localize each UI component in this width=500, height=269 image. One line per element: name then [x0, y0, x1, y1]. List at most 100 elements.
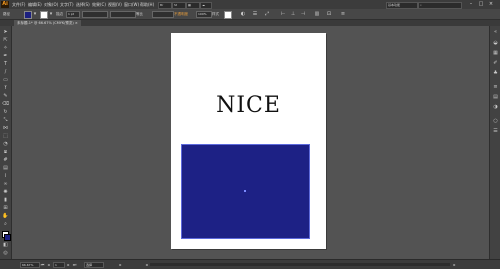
zoom-tool-icon[interactable]: ⌕ — [2, 221, 9, 227]
brushes-panel-icon[interactable]: ✐ — [492, 60, 499, 66]
rotate-tool-icon[interactable]: ↻ — [2, 109, 9, 115]
menu-view[interactable]: 视图(V) — [108, 2, 122, 8]
transform-icon[interactable]: ⤢ — [264, 11, 270, 17]
last-page-icon[interactable]: ⏭ — [72, 262, 77, 267]
align-center-icon[interactable]: ⊥ — [290, 11, 296, 17]
pencil-tool-icon[interactable]: ✎ — [2, 93, 9, 99]
opacity-field[interactable]: 100% — [196, 11, 212, 18]
menu-file[interactable]: 文件(F) — [12, 2, 25, 8]
pen-tool-icon[interactable]: ✒ — [2, 53, 9, 59]
align-left-icon[interactable]: ⊢ — [280, 11, 286, 17]
mesh-tool-icon[interactable]: # — [2, 157, 9, 163]
artboard[interactable]: NICE — [171, 33, 326, 249]
document-tab-bar: 未标题-1* @ 66.67% (CMYK/预览) × — [0, 20, 500, 26]
collapse-icon[interactable]: « — [492, 29, 499, 35]
draw-mode-icon[interactable]: ◎ — [2, 250, 9, 256]
recolor-icon[interactable]: ◐ — [240, 11, 246, 17]
menu-bar: Ai 文件(F) 编辑(E) 对象(O) 文字(T) 选择(S) 效果(C) 视… — [0, 0, 500, 9]
scale-tool-icon[interactable]: ⤡ — [2, 117, 9, 123]
scroll-left-icon[interactable]: ◂ — [144, 262, 149, 267]
scroll-right-icon[interactable]: ▸ — [452, 262, 457, 267]
settings-icon[interactable]: ≡ — [340, 11, 346, 17]
menu-window[interactable]: 窗口(W) — [124, 2, 139, 8]
minimize-icon[interactable]: – — [468, 1, 474, 7]
color-mode-icon[interactable]: ◧ — [2, 242, 9, 248]
eyedropper-tool-icon[interactable]: ⌇ — [2, 173, 9, 179]
menu-effect[interactable]: 效果(C) — [92, 2, 106, 8]
rectangle-tool-icon[interactable]: ▭ — [2, 77, 9, 83]
shape-builder-icon[interactable]: ◔ — [2, 141, 9, 147]
direct-selection-tool-icon[interactable]: ⇱ — [2, 37, 9, 43]
brush-label: 等比 — [136, 12, 143, 16]
control-bar: 路径 ▾ ▾ 描边 1 pt 等比 不透明度 100% 样式 ◐ ☰ ⤢ ⊢ ⊥… — [0, 9, 500, 20]
tools-panel: ➤ ⇱ ✧ ✒ T / ▭ ߌ ✎ ⌫ ↻ ⤡ ⋈ ⬚ ◔ ⧈ # ▤ ⌇ ∞ … — [0, 26, 12, 259]
distribute-icon[interactable]: ▥ — [314, 11, 320, 17]
stroke-panel-icon[interactable]: ≡ — [492, 84, 499, 90]
maximize-icon[interactable]: □ — [478, 1, 484, 7]
close-icon[interactable]: × — [75, 21, 78, 25]
sync-icon[interactable]: ☁ — [200, 2, 212, 9]
appearance-panel-icon[interactable]: ○ — [492, 118, 499, 124]
layers-panel-icon[interactable]: ☰ — [492, 128, 499, 134]
bridge-icon[interactable]: Br — [158, 2, 172, 9]
artboard-text[interactable]: NICE — [171, 93, 326, 118]
graphic-style-swatch[interactable] — [224, 11, 232, 19]
workspace-switcher[interactable]: 基本功能 — [386, 2, 418, 9]
document-tab[interactable]: 未标题-1* @ 66.67% (CMYK/预览) × — [14, 20, 81, 26]
menu-type[interactable]: 文字(T) — [60, 2, 74, 8]
horizontal-scrollbar[interactable] — [150, 263, 450, 266]
search-field[interactable]: ⌕ — [418, 2, 462, 9]
next-page-icon[interactable]: ▸ — [66, 262, 71, 267]
object-type-label: 路径 — [3, 12, 10, 16]
transparency-panel-icon[interactable]: ◑ — [492, 104, 499, 110]
color-panel-icon[interactable]: ◒ — [492, 40, 499, 46]
symbol-sprayer-icon[interactable]: ✺ — [2, 189, 9, 195]
zoom-field[interactable]: 66.67% — [20, 262, 40, 268]
line-tool-icon[interactable]: / — [2, 69, 9, 75]
artboard-tool-icon[interactable]: ⊞ — [2, 205, 9, 211]
arrange-icon[interactable]: ▦ — [186, 2, 200, 9]
symbols-panel-icon[interactable]: ♣ — [492, 70, 499, 76]
prev-page-icon[interactable]: ◂ — [46, 262, 51, 267]
paintbrush-tool-icon[interactable]: ߌ — [2, 85, 9, 91]
stroke-color-swatch[interactable] — [40, 11, 48, 19]
stroke-weight-field[interactable]: 1 pt — [66, 11, 80, 18]
width-tool-icon[interactable]: ⋈ — [2, 125, 9, 131]
menu-object[interactable]: 对象(O) — [44, 2, 58, 8]
document-tab-label: 未标题-1* @ 66.67% (CMYK/预览) — [17, 21, 74, 25]
close-icon[interactable]: × — [488, 1, 494, 7]
align-icon[interactable]: ☰ — [252, 11, 258, 17]
chevron-down-icon[interactable]: ▾ — [32, 11, 38, 17]
status-menu-icon[interactable]: ▸ — [118, 262, 123, 267]
blue-rectangle[interactable] — [181, 144, 310, 239]
stroke-swatch[interactable] — [4, 234, 11, 241]
menu-select[interactable]: 选择(S) — [76, 2, 90, 8]
type-tool-icon[interactable]: T — [2, 61, 9, 67]
blend-tool-icon[interactable]: ∞ — [2, 181, 9, 187]
chevron-down-icon[interactable]: ▾ — [48, 11, 54, 17]
fill-color-swatch[interactable] — [24, 11, 32, 19]
isolate-icon[interactable]: ⊡ — [326, 11, 332, 17]
eraser-tool-icon[interactable]: ⌫ — [2, 101, 9, 107]
menu-edit[interactable]: 编辑(E) — [28, 2, 42, 8]
gradient-panel-icon[interactable]: ▤ — [492, 94, 499, 100]
stroke-label: 描边 — [56, 12, 63, 16]
opacity-label[interactable]: 不透明度 — [174, 12, 188, 17]
first-page-icon[interactable]: ⏮ — [40, 262, 45, 267]
brush-definition-select[interactable] — [152, 11, 174, 18]
variable-width-select[interactable] — [82, 11, 108, 18]
page-field[interactable]: 1 — [53, 262, 65, 268]
perspective-grid-icon[interactable]: ⧈ — [2, 149, 9, 155]
gradient-tool-icon[interactable]: ▤ — [2, 165, 9, 171]
hand-tool-icon[interactable]: ✋ — [2, 213, 9, 219]
menu-help[interactable]: 帮助(H) — [140, 2, 154, 8]
magic-wand-icon[interactable]: ✧ — [2, 45, 9, 51]
selection-tool-icon[interactable]: ➤ — [2, 29, 9, 35]
graph-tool-icon[interactable]: ▮ — [2, 197, 9, 203]
status-mode[interactable]: 选择 — [84, 262, 104, 268]
free-transform-icon[interactable]: ⬚ — [2, 133, 9, 139]
brush-select[interactable] — [110, 11, 136, 18]
align-right-icon[interactable]: ⊣ — [300, 11, 306, 17]
stock-icon[interactable]: St — [172, 2, 186, 9]
swatches-panel-icon[interactable]: ▦ — [492, 50, 499, 56]
